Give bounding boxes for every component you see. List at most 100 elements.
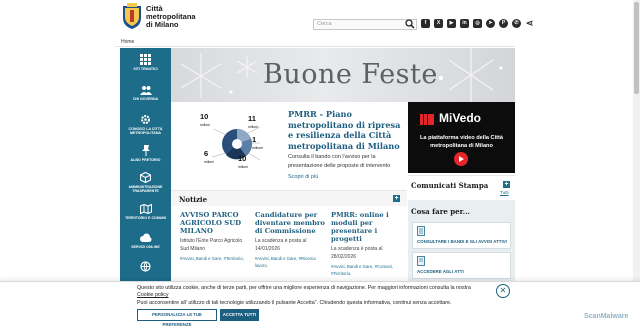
cookie-text-line: Questo sito utilizza cookie, anche di te… — [137, 285, 471, 291]
facebook-icon[interactable]: f — [421, 19, 430, 28]
sidebar-item-servizi-online[interactable]: Servizi online — [120, 233, 171, 249]
infographic-value: 6 — [204, 149, 209, 158]
share-icon[interactable]: ⋖ — [525, 19, 534, 28]
customize-preferences-button[interactable]: Personalizza le tue preferenze — [137, 309, 217, 327]
infographic-value: 10 — [200, 112, 209, 121]
cookie-policy-link[interactable]: Cookie policy — [137, 292, 169, 298]
cosa-fare-item-label: Accedere agli atti — [417, 269, 464, 274]
sidebar-item-label: Territorio e Comuni — [124, 216, 167, 220]
mivedo-name: MiVedo — [439, 111, 482, 125]
scrollbar-thumb[interactable] — [634, 2, 639, 94]
news-item-title[interactable]: Candidature per diventare membro di Comm… — [255, 211, 325, 235]
page-scrollbar[interactable] — [633, 0, 640, 281]
city-crest-logo[interactable] — [121, 3, 143, 30]
cookie-banner: Questo sito utilizza cookie, anche di te… — [0, 281, 640, 331]
news-item-title[interactable]: AVVISO PARCO AGRICOLO SUD MILANO — [180, 211, 250, 235]
pnrr-more-link[interactable]: Scopri di più — [288, 174, 318, 180]
pinterest-icon[interactable]: P — [499, 19, 508, 28]
sidebar-item-label: Servizi online — [131, 245, 160, 249]
infographic-unit: milioni — [238, 165, 248, 169]
sidebar-item-amministrazione[interactable]: Amministrazione trasparente — [120, 172, 171, 193]
news-title: Notizie — [179, 195, 208, 204]
news-header: Notizie — [171, 190, 407, 206]
sidebar-item-label: Chi governa — [132, 97, 159, 101]
banner-title: Buone Feste — [263, 59, 438, 90]
play-icon[interactable] — [454, 152, 468, 166]
divider — [115, 46, 515, 47]
news-item-tags[interactable]: #Avvisi, Bandi e Gare, #Territorio, — [180, 256, 250, 263]
infographic-label-top-right: 11 milioni — [248, 115, 258, 131]
close-icon[interactable]: ✕ — [496, 284, 510, 298]
infographic-value: 10 — [238, 154, 247, 163]
brand-line: di Milano — [146, 20, 179, 29]
sidebar-item-conosci[interactable]: Conosci la Città metropolitana — [120, 114, 171, 135]
brand-name[interactable]: Città metropolitana di Milano — [146, 5, 196, 29]
mivedo-logo-icon — [420, 114, 434, 125]
map-icon — [139, 204, 152, 214]
news-item-tags[interactable]: #Avvisi, Bandi e Gare, #Ricerca lavoro, — [255, 256, 325, 269]
globe-icon — [140, 261, 151, 272]
news-plus-icon[interactable]: + — [393, 195, 400, 202]
infographic-label-bottom-right: 10 milioni — [238, 155, 248, 171]
infographic-label-top-left: 10 milioni — [200, 113, 210, 129]
telegram-icon[interactable]: ➤ — [486, 19, 495, 28]
breadcrumb[interactable]: Home — [121, 39, 134, 45]
holiday-banner[interactable]: Buone Feste — [171, 48, 515, 102]
sidebar: Siti tematici Chi governa Conosci la Cit… — [120, 48, 171, 281]
document-icon — [417, 226, 425, 236]
sidebar-item-label: Albo pretorio — [130, 158, 161, 162]
sidebar-item-label: Amministrazione trasparente — [128, 185, 163, 193]
infographic-value: 11 — [248, 114, 256, 123]
press-releases-plus-icon[interactable]: + — [503, 181, 510, 188]
sidebar-item-label: Conosci la Città metropolitana — [128, 127, 163, 135]
grid-icon — [140, 54, 151, 65]
press-releases-title: Comunicati Stampa — [411, 181, 489, 190]
sidebar-item-albo-pretorio[interactable]: Albo pretorio — [120, 145, 171, 162]
cosa-fare-item-atti[interactable]: Accedere agli atti — [412, 252, 511, 279]
folder-icon — [417, 256, 425, 266]
news-item-title[interactable]: PMRR: online i moduli per presentare i p… — [331, 211, 401, 243]
press-releases-all-link[interactable]: Tutti — [500, 190, 509, 195]
news-item[interactable]: AVVISO PARCO AGRICOLO SUD MILANO Istitut… — [180, 211, 250, 263]
infographic-label-mid-right: 1 milione — [252, 136, 263, 152]
cube-icon — [140, 172, 151, 183]
pnrr-description: Consulta il bando con l'avviso per la pr… — [288, 154, 391, 169]
sidebar-item-siti-tematici[interactable]: Siti tematici — [120, 54, 171, 71]
pnrr-title[interactable]: PMRR - Piano metropolitano di ripresa e … — [288, 109, 403, 151]
sidebar-item-more[interactable] — [120, 261, 171, 272]
news-item-body: La scadenza è posta al 14/01/2026 — [255, 238, 307, 252]
youtube-icon[interactable]: ▶ — [447, 19, 456, 28]
news-item-tags[interactable]: #Avvisi, Bandi e Gare, #Comuni, #Territo… — [331, 264, 401, 277]
infographic-label-bottom-left: 6 milioni — [204, 150, 214, 166]
infographic-unit: milioni — [204, 160, 214, 164]
accept-all-button[interactable]: Accetta tutti — [220, 309, 259, 321]
watermark: ScanMalware — [584, 313, 629, 320]
cosa-fare-item-bandi[interactable]: Consultare i bandi e gli avvisi attivi — [412, 222, 511, 249]
cloud-icon — [140, 233, 152, 242]
infographic-value: 1 — [252, 135, 257, 144]
sidebar-item-label: Siti tematici — [133, 67, 158, 71]
linkedin-icon[interactable]: in — [460, 19, 469, 28]
pin-icon — [141, 145, 150, 156]
instagram-icon[interactable]: ◎ — [473, 19, 482, 28]
news-item-body: La scadenza è posta al 28/02/2026 — [331, 246, 383, 260]
cookie-text-line: Puoi acconsentire all' utilizzo di tali … — [137, 299, 452, 306]
cookie-text: Questo sito utilizza cookie, anche di te… — [137, 285, 487, 307]
sidebar-item-chi-governa[interactable]: Chi governa — [120, 85, 171, 101]
site-header: Città metropolitana di Milano Cerca f X … — [0, 0, 640, 38]
infographic-unit: milione — [252, 146, 264, 150]
news-item[interactable]: Candidature per diventare membro di Comm… — [255, 211, 325, 269]
search-icon[interactable] — [405, 19, 415, 29]
mivedo-description: La piattaforma video della Città metropo… — [420, 135, 503, 149]
sidebar-item-territorio[interactable]: Territorio e Comuni — [120, 204, 171, 220]
x-icon[interactable]: X — [434, 19, 443, 28]
whatsapp-icon[interactable]: ✆ — [512, 19, 521, 28]
search-input[interactable]: Cerca — [313, 19, 417, 30]
mivedo-box[interactable]: MiVedo La piattaforma video della Città … — [408, 102, 515, 173]
gear-icon — [141, 115, 150, 124]
news-item[interactable]: PMRR: online i moduli per presentare i p… — [331, 211, 401, 277]
people-icon — [139, 86, 152, 95]
press-releases-box: Comunicati Stampa — [408, 175, 515, 198]
social-links: f X ▶ in ◎ ➤ P ✆ ⋖ — [421, 19, 534, 28]
news-item-body: Istituto l'Ente Parco Agricolo Sud Milan… — [180, 238, 243, 252]
